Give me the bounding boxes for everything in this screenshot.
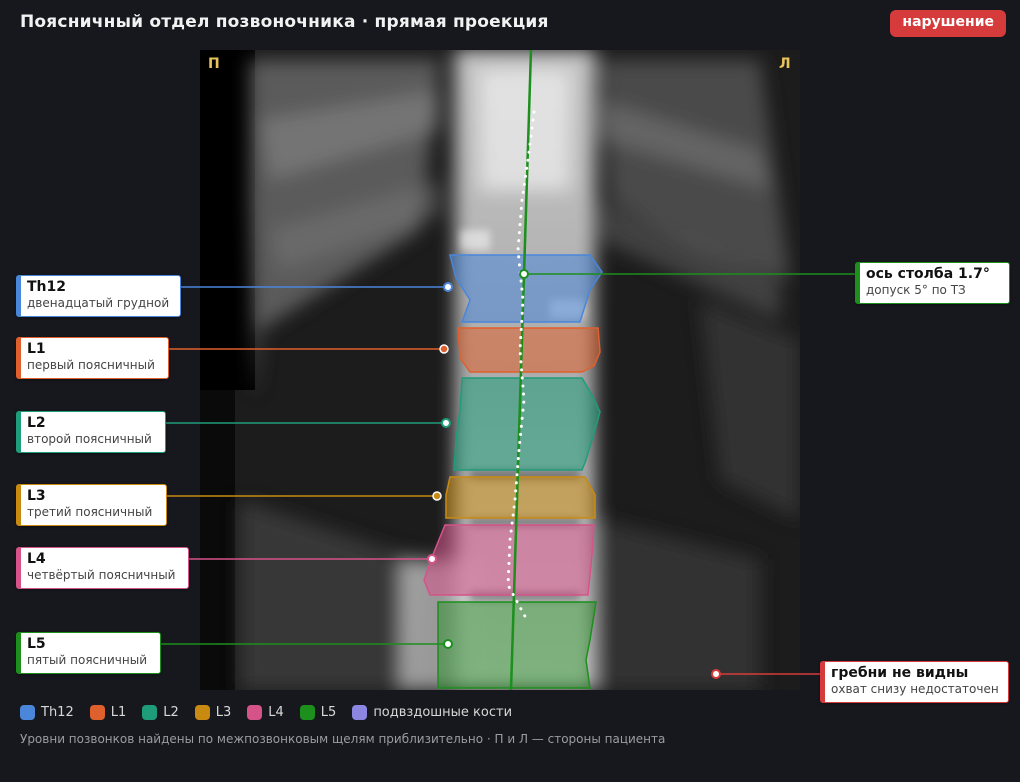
legend-swatch (299, 705, 315, 720)
iliac-crests-title: гребни не видны (831, 665, 969, 681)
legend-item-l5[interactable]: L5 (299, 705, 337, 720)
footnote: Уровни позвонков найдены по межпозвонков… (20, 732, 666, 746)
legend-label: L3 (215, 705, 232, 720)
side-marker-left: Л (779, 56, 791, 72)
legend-label: L1 (110, 705, 127, 720)
callout-l1-desc: первый поясничный (27, 358, 155, 372)
vertebra-l1-region[interactable] (457, 327, 601, 373)
iliac-crests-desc: охват снизу недостаточен (831, 682, 999, 696)
legend-label: L2 (163, 705, 179, 720)
axis-angle-title: ось столба 1.7° (866, 266, 990, 282)
vertebra-l2-region[interactable] (453, 377, 601, 471)
callout-l3-name: L3 (27, 488, 46, 504)
legend-item-iliac[interactable]: подвздошные кости (352, 705, 512, 720)
callout-l5[interactable]: L5 пятый поясничный (16, 632, 161, 674)
callout-th12-name: Th12 (27, 279, 66, 295)
callout-l1[interactable]: L1 первый поясничный (16, 337, 169, 379)
legend-swatch (142, 705, 158, 720)
vertebra-th12-region[interactable] (449, 254, 603, 323)
callout-axis-angle[interactable]: ось столба 1.7° допуск 5° по ТЗ (855, 262, 1010, 304)
callout-l1-name: L1 (27, 341, 46, 357)
callout-l4-desc: четвёртый поясничный (27, 568, 176, 582)
callout-l5-name: L5 (27, 636, 46, 652)
axis-angle-desc: допуск 5° по ТЗ (866, 283, 966, 297)
callout-l5-desc: пятый поясничный (27, 653, 147, 667)
callout-l3[interactable]: L3 третий поясничный (16, 484, 167, 526)
vertebra-l4-region[interactable] (423, 524, 595, 596)
legend-label: Th12 (41, 705, 74, 720)
legend-swatch (352, 705, 368, 720)
legend-swatch (194, 705, 210, 720)
callout-th12-desc: двенадцатый грудной (27, 296, 170, 310)
legend: Th12 L1 L2 L3 L4 L5 подвздошные кости (20, 705, 512, 720)
callout-l4[interactable]: L4 четвёртый поясничный (16, 547, 189, 589)
callout-th12[interactable]: Th12 двенадцатый грудной (16, 275, 181, 317)
legend-swatch (89, 705, 105, 720)
callout-l2-desc: второй поясничный (27, 432, 152, 446)
legend-item-th12[interactable]: Th12 (20, 705, 74, 720)
callout-l2[interactable]: L2 второй поясничный (16, 411, 166, 453)
callout-l4-name: L4 (27, 551, 46, 567)
legend-label: L5 (320, 705, 337, 720)
legend-label: подвздошные кости (373, 705, 513, 720)
legend-swatch (20, 705, 35, 720)
callout-l2-name: L2 (27, 415, 46, 431)
legend-item-l2[interactable]: L2 (142, 705, 179, 720)
legend-item-l1[interactable]: L1 (89, 705, 127, 720)
vertebra-l5-region[interactable] (437, 601, 597, 689)
legend-item-l4[interactable]: L4 (247, 705, 284, 720)
side-marker-right: П (208, 56, 220, 72)
legend-label: L4 (268, 705, 284, 720)
callout-l3-desc: третий поясничный (27, 505, 153, 519)
legend-item-l3[interactable]: L3 (194, 705, 232, 720)
legend-swatch (247, 705, 263, 720)
callout-iliac-crests[interactable]: гребни не видны охват снизу недостаточен (820, 661, 1009, 703)
vertebra-l3-region[interactable] (445, 476, 596, 519)
